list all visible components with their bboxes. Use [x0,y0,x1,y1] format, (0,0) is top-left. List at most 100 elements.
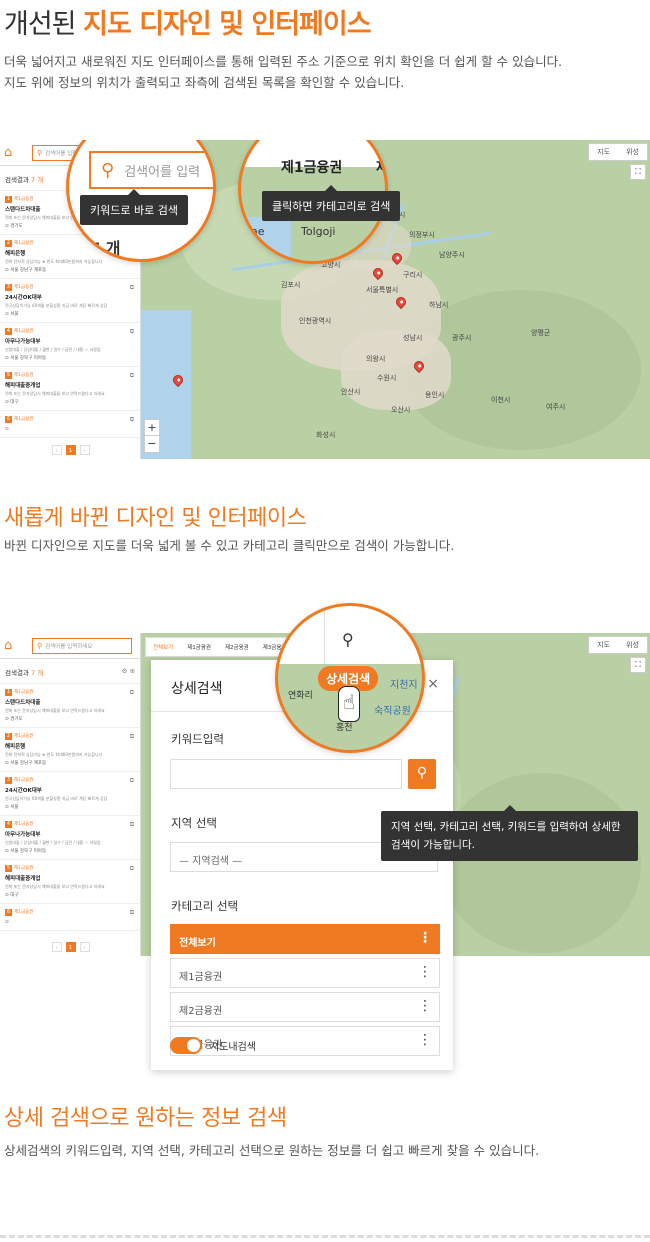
category-option-2[interactable]: 제2금융권 ⋮ [170,992,440,1022]
map-label: 화성시 [316,431,336,439]
item-category: 제1금융권 [14,417,34,422]
search-icon: ⚲ [37,641,43,650]
external-link-icon[interactable]: ⧉ [130,909,134,917]
search-icon[interactable]: ⚲ [342,630,354,649]
item-number: 1 [5,689,12,696]
location-icon: ⊙ [5,920,9,925]
pointer-hand-icon: ☝ [338,686,360,722]
keyword-input[interactable] [170,759,402,789]
zoom-out-button[interactable]: − [145,436,159,452]
list-item[interactable]: 6 제1금융권 ⊙ ⧉ [0,904,140,931]
tab-finance-1[interactable]: 제1금융권 [180,638,218,656]
search-input-zoomed[interactable]: ⚲ 검색어를 입력 [89,151,213,189]
settings-icon[interactable]: ⚙ ⊕ [122,667,135,677]
item-address: ⊙ 대구 [5,893,19,898]
list-item[interactable]: 3 제1금융권 24시간OK대부 전국상담이가능 60개월 분할상환 지금 바로 계당… [0,279,140,323]
map-type-satellite[interactable]: 위성 [618,637,647,653]
item-category: 제1금융권 [14,329,34,334]
toggle-switch[interactable] [170,1037,202,1054]
map-label: 구리시 [403,271,423,279]
item-number: 6 [5,416,12,423]
map-label: 연화리 [288,691,313,701]
external-link-icon[interactable]: ⧉ [130,689,134,697]
keyword-search-button[interactable]: ⚲ [408,759,436,789]
map-type-satellite[interactable]: 위성 [618,144,647,160]
next-page-button[interactable]: › [79,942,90,952]
external-link-icon[interactable]: ⧉ [130,284,134,292]
external-link-icon[interactable]: ⧉ [130,821,134,829]
external-link-icon[interactable]: ⧉ [130,777,134,785]
item-address: ⊙ 서울 [5,312,19,317]
next-page-button[interactable]: › [79,445,90,455]
map-type-toggle: 지도 위성 [588,636,648,654]
item-number: 5 [5,865,12,872]
item-address: ⊙ 대구 [5,400,19,405]
item-name: 해피은행 [5,744,26,750]
list-item[interactable]: 3 제1금융권 24시간OK대부 전국상담이가능 60개월 분할상환 지금 바로 계당… [0,772,140,816]
item-number: 3 [5,777,12,784]
map-label: 남양주시 [439,251,465,259]
map-area-toggle[interactable]: 지도내검색 [170,1037,256,1054]
category-option-all[interactable]: 전체보기 ⋮ [170,924,440,954]
map-label: 의정부시 [409,231,435,239]
pagination: ‹ 1 › [0,942,141,952]
category-option-1[interactable]: 제1금융권 ⋮ [170,958,440,988]
map-type-map[interactable]: 지도 [589,144,618,160]
fullscreen-icon[interactable]: ⛶ [630,657,646,673]
divider [0,1235,650,1238]
list-item[interactable]: 6 제1금융권 ⊙ ⧉ [0,411,140,438]
category-label: 카테고리 선택 [171,899,239,913]
page-1-button[interactable]: 1 [65,445,76,455]
item-number: 6 [5,909,12,916]
map-label: 하남시 [429,301,449,309]
prev-page-button[interactable]: ‹ [51,445,62,455]
zoom-in-button[interactable]: + [145,420,159,436]
tooltip-keyword: 키워드로 바로 검색 [80,189,188,225]
list-item[interactable]: 5 제1금융권 해피대출중개업 전화 또는 문자상담시 해피대출을 보고 연락드렸다고… [0,860,140,904]
section3-desc: 상세검색의 키워드입력, 지역 선택, 카테고리 선택으로 원하는 정보를 더 … [4,1143,540,1158]
item-address: ⊙ 서울 [5,805,19,810]
list-item[interactable]: 5 제1금융권 해피대출중개업 전화 또는 문자상담시 해피대출을 보고 연락드렸다고… [0,367,140,411]
magnifier-detail-search: ⚲ 상세검색 연화리 지천지 숙직공원 홍천 ☝ [275,603,425,753]
external-link-icon[interactable]: ⧉ [130,328,134,336]
item-address: ⊙ [5,427,135,432]
panel-title: 상세검색 [171,681,223,697]
page-1-button[interactable]: 1 [65,942,76,952]
prev-page-button[interactable]: ‹ [51,942,62,952]
tab-finance-2[interactable]: 제2금융권 [218,638,256,656]
map-view[interactable]: 서울특별시 인천광역시 수원시 안산시 용인시 광주시 구리시 하남시 성남시 … [141,140,650,459]
external-link-icon[interactable]: ⧉ [130,733,134,741]
category-tab-zoomed[interactable]: 제1금융권 [281,157,342,177]
home-icon[interactable]: ⌂ [4,145,18,160]
item-number: 4 [5,821,12,828]
tooltip-category: 클릭하면 카테고리로 검색 [262,185,401,221]
item-name: 24시간OK대부 [5,295,42,301]
external-link-icon[interactable]: ⧉ [130,416,134,424]
map-label: 수원시 [377,374,397,382]
list-item[interactable]: 2 제1금융권해피은행전화 전자적 상담가능 ★ 한도 최대60만원까지 가능합니… [0,728,140,772]
home-icon[interactable]: ⌂ [4,638,18,653]
map-label: ae [251,225,265,238]
search-input[interactable]: ⚲ 검색어를 입력하세요 [32,637,132,654]
item-number: 2 [5,733,12,740]
category-tabs: 전체보기 제1금융권 제2금융권 제3금융권 [145,637,295,657]
result-count: 검색결과 7 개 ⚙ ⊕ [0,659,140,684]
external-link-icon[interactable]: ⧉ [130,865,134,873]
item-category: 제1금융권 [14,373,34,378]
item-address: ⊙ 서울 강북구 미아동 [5,356,47,361]
map-label: 용인시 [425,391,445,399]
tab-all[interactable]: 전체보기 [146,638,180,656]
map-label: 여주시 [546,403,566,411]
external-link-icon[interactable]: ⧉ [130,372,134,380]
item-category: 제1금융권 [14,734,34,739]
fullscreen-icon[interactable]: ⛶ [630,164,646,180]
item-desc: 전화 전자적 상담가능 ★ 한도 최대60만원까지 가능합니다 [5,752,103,757]
close-icon[interactable]: × [427,676,439,692]
search-icon: ⚲ [101,159,115,181]
section2-desc: 바뀐 디자인으로 지도를 더욱 넓게 볼 수 있고 카테고리 클릭만으로 검색이… [4,538,455,553]
map-type-map[interactable]: 지도 [589,637,618,653]
item-name: 해피대출중개업 [5,876,41,882]
list-item[interactable]: 4 제1금융권 아무나가능대부 신청대출 / 당일대출 / 월변 / 일수 / 급전 … [0,816,140,860]
list-item[interactable]: 1 제1금융권 스탠다드차대출 전화 또는 문자상담시 해피대출을 보고 연락드렸다고… [0,684,140,728]
list-item[interactable]: 4 제1금융권 아무나가능대부 신청대출 / 당일대출 / 월변 / 일수 / 급전 … [0,323,140,367]
